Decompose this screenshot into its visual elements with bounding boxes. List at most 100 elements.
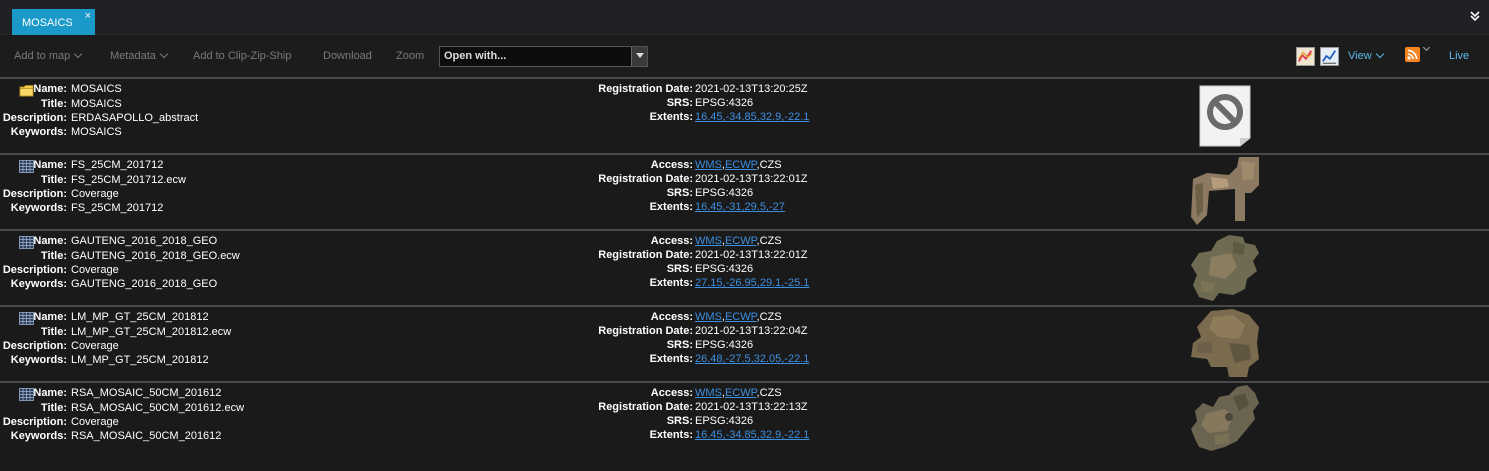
registration-date-value: 2021-02-13T13:22:01Z: [695, 173, 808, 185]
download-button[interactable]: Download: [323, 50, 372, 62]
title-label: Title:: [40, 98, 67, 110]
keywords-label: Keywords:: [10, 278, 67, 290]
extents-link[interactable]: 16.45,-31,29.5,-27: [695, 201, 785, 213]
keywords-value: MOSAICS: [71, 126, 122, 138]
keywords-value: GAUTENG_2016_2018_GEO: [71, 278, 218, 290]
coverage-grid-icon: [19, 388, 34, 401]
tab-label: MOSAICS: [22, 17, 73, 29]
title-value: MOSAICS: [71, 98, 122, 110]
description-value: Coverage: [71, 416, 119, 428]
rss-icon[interactable]: [1405, 47, 1420, 62]
collapse-double-chevron-icon[interactable]: [1470, 10, 1480, 22]
srs-value: EPSG:4326: [695, 339, 754, 351]
extents-link[interactable]: 27.15,-26.95,29.1,-25.1: [695, 277, 809, 289]
extents-label: Extents:: [649, 429, 693, 441]
wms-link[interactable]: WMS: [695, 235, 722, 247]
clip-zip-ship-button[interactable]: Add to Clip-Zip-Ship: [193, 50, 291, 62]
name-value: GAUTENG_2016_2018_GEO: [71, 235, 218, 247]
srs-label: SRS:: [666, 263, 693, 275]
chevron-down-icon: [159, 49, 169, 59]
gauteng-mosaic-thumbnail[interactable]: [1189, 231, 1261, 303]
description-value: Coverage: [71, 340, 119, 352]
result-row-gauteng-2016-2018-geo[interactable]: Name: GAUTENG_2016_2018_GEO Title: GAUTE…: [0, 229, 1489, 305]
zoom-button[interactable]: Zoom: [396, 50, 424, 62]
tab-strip: MOSAICS ×: [0, 0, 1489, 35]
no-preview-icon-thumbnail[interactable]: [1198, 84, 1252, 148]
free-state-mosaic-thumbnail[interactable]: [1189, 155, 1261, 227]
keywords-value: RSA_MOSAIC_50CM_201612: [71, 430, 222, 442]
coverage-grid-icon: [19, 160, 34, 173]
description-label: Description:: [2, 264, 67, 276]
access-value: WMS,ECWP,CZS: [695, 235, 782, 247]
ecwp-link[interactable]: ECWP: [725, 311, 757, 323]
chart-pink-icon[interactable]: [1296, 47, 1315, 66]
extents-label: Extents:: [649, 353, 693, 365]
limpopo-mpumalanga-gauteng-mosaic-thumbnail[interactable]: [1189, 307, 1261, 379]
add-to-map-button[interactable]: Add to map: [14, 49, 83, 62]
view-button[interactable]: View: [1348, 49, 1384, 62]
description-value: ERDASAPOLLO_abstract: [71, 112, 199, 124]
description-value: Coverage: [71, 264, 119, 276]
rss-chevron-down-icon[interactable]: [1422, 43, 1431, 52]
title-value: FS_25CM_201712.ecw: [71, 174, 186, 186]
chart-blue-icon[interactable]: [1320, 47, 1339, 66]
add-to-map-label: Add to map: [14, 50, 71, 62]
name-label: Name:: [33, 159, 67, 171]
registration-date-label: Registration Date:: [598, 325, 693, 337]
extents-label: Extents:: [649, 201, 693, 213]
registration-date-label: Registration Date:: [598, 83, 693, 95]
name-label: Name:: [33, 83, 67, 95]
dropdown-arrow-icon[interactable]: [631, 47, 647, 66]
srs-value: EPSG:4326: [695, 263, 754, 275]
title-value: LM_MP_GT_25CM_201812.ecw: [71, 326, 232, 338]
ecwp-link[interactable]: ECWP: [725, 387, 757, 399]
extents-link[interactable]: 16.45,-34.85,32.9,-22.1: [695, 429, 809, 441]
name-label: Name:: [33, 311, 67, 323]
access-value: WMS,ECWP,CZS: [695, 159, 782, 171]
extents-link[interactable]: 26.48,-27.5,32.05,-22.1: [695, 353, 809, 365]
live-button[interactable]: Live: [1449, 50, 1469, 62]
registration-date-value: 2021-02-13T13:22:04Z: [695, 325, 808, 337]
access-label: Access:: [650, 387, 693, 399]
access-value: WMS,ECWP,CZS: [695, 311, 782, 323]
close-icon[interactable]: ×: [85, 11, 91, 22]
view-label: View: [1348, 50, 1372, 62]
keywords-value: LM_MP_GT_25CM_201812: [71, 354, 209, 366]
registration-date-label: Registration Date:: [598, 401, 693, 413]
registration-date-value: 2021-02-13T13:20:25Z: [695, 83, 808, 95]
chevron-down-icon: [1375, 49, 1384, 59]
result-row-fs-25cm-201712[interactable]: Name: FS_25CM_201712 Title: FS_25CM_2017…: [0, 153, 1489, 229]
ecwp-link[interactable]: ECWP: [725, 235, 757, 247]
srs-label: SRS:: [666, 97, 693, 109]
result-row-mosaics[interactable]: Name: MOSAICS Title: MOSAICS Description…: [0, 77, 1489, 153]
open-with-value: Open with...: [444, 50, 507, 62]
wms-link[interactable]: WMS: [695, 311, 722, 323]
keywords-value: FS_25CM_201712: [71, 202, 164, 214]
open-with-select[interactable]: Open with...: [439, 46, 648, 67]
description-label: Description:: [2, 340, 67, 352]
wms-link[interactable]: WMS: [695, 387, 722, 399]
keywords-label: Keywords:: [10, 354, 67, 366]
coverage-grid-icon: [19, 312, 34, 325]
srs-value: EPSG:4326: [695, 187, 754, 199]
title-value: GAUTENG_2016_2018_GEO.ecw: [71, 250, 240, 262]
south-africa-mosaic-thumbnail[interactable]: [1189, 383, 1261, 455]
name-value: RSA_MOSAIC_50CM_201612: [71, 387, 222, 399]
name-label: Name:: [33, 387, 67, 399]
keywords-label: Keywords:: [10, 126, 67, 138]
description-label: Description:: [2, 416, 67, 428]
tab-mosaics[interactable]: MOSAICS ×: [12, 9, 95, 35]
extents-label: Extents:: [649, 111, 693, 123]
access-value: WMS,ECWP,CZS: [695, 387, 782, 399]
metadata-button[interactable]: Metadata: [110, 49, 169, 62]
title-value: RSA_MOSAIC_50CM_201612.ecw: [71, 402, 245, 414]
result-row-rsa-mosaic-50cm-201612[interactable]: Name: RSA_MOSAIC_50CM_201612 Title: RSA_…: [0, 381, 1489, 457]
czs-text: ,CZS: [756, 159, 782, 171]
extents-link[interactable]: 16.45,-34.85,32.9,-22.1: [695, 111, 809, 123]
srs-label: SRS:: [666, 339, 693, 351]
ecwp-link[interactable]: ECWP: [725, 159, 757, 171]
result-row-lm-mp-gt-25cm-201812[interactable]: Name: LM_MP_GT_25CM_201812 Title: LM_MP_…: [0, 305, 1489, 381]
wms-link[interactable]: WMS: [695, 159, 722, 171]
name-label: Name:: [33, 235, 67, 247]
czs-text: ,CZS: [756, 387, 782, 399]
